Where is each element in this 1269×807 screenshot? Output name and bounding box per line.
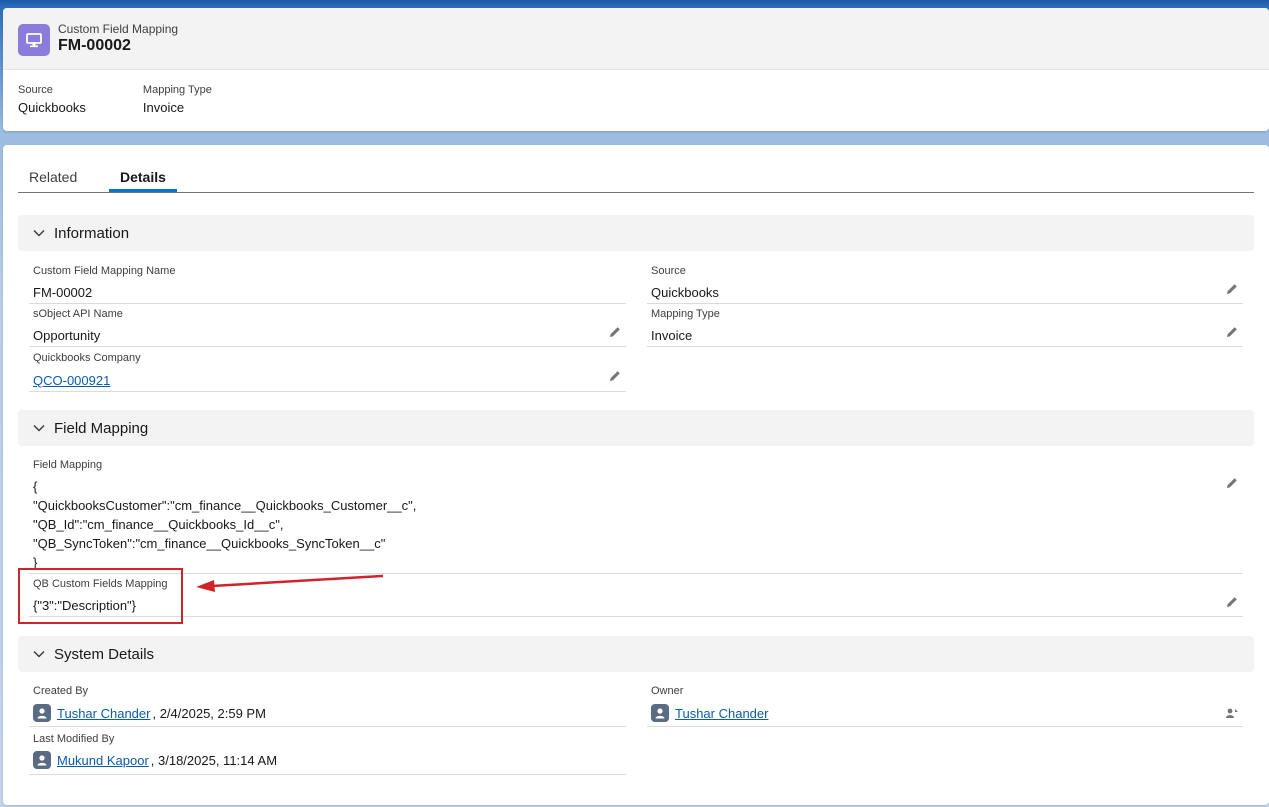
field-value: {"3":"Description"}	[33, 598, 137, 613]
highlight-label: Mapping Type	[142, 84, 212, 96]
highlight-source: Source Quickbooks	[18, 84, 86, 115]
section-title: Field Mapping	[54, 419, 149, 437]
pencil-icon[interactable]	[1225, 282, 1239, 296]
owner-user: Tushar Chander	[651, 704, 768, 722]
active-tab-indicator	[109, 189, 177, 192]
json-line: "QB_SyncToken":"cm_finance__Quickbooks_S…	[33, 536, 386, 551]
field-mapping-type: Mapping Type Invoice	[647, 308, 1243, 347]
field-value: Invoice	[651, 328, 693, 343]
field-label: Mapping Type	[651, 308, 720, 320]
section-title: Information	[54, 224, 130, 242]
field-field-mapping: Field Mapping { "QuickbooksCustomer":"cm…	[29, 459, 1243, 574]
section-header-system-details[interactable]: System Details	[18, 636, 1254, 672]
field-label: Owner	[651, 685, 684, 697]
field-created-by: Created By Tushar Chander , 2/4/2025, 2:…	[29, 685, 626, 727]
field-label: Source	[651, 265, 686, 277]
field-owner: Owner Tushar Chander	[647, 685, 1243, 727]
field-sobject-api-name: sObject API Name Opportunity	[29, 308, 626, 347]
json-line: "QB_Id":"cm_finance__Quickbooks_Id__c",	[33, 517, 284, 532]
user-avatar-icon	[33, 704, 51, 722]
highlight-label: Source	[18, 84, 53, 96]
field-value: Quickbooks	[651, 285, 719, 300]
record-header: Custom Field Mapping FM-00002 Source Qui…	[3, 8, 1269, 131]
field-label: Created By	[33, 685, 89, 697]
json-line: {	[33, 479, 38, 494]
highlights-panel: Source Quickbooks Mapping Type Invoice	[18, 84, 212, 115]
field-qb-custom-fields-mapping: QB Custom Fields Mapping {"3":"Descripti…	[29, 578, 1243, 617]
field-value: FM-00002	[33, 285, 93, 300]
pencil-icon[interactable]	[1225, 476, 1239, 490]
field-quickbooks-company: Quickbooks Company QCO-000921	[29, 352, 626, 392]
section-header-field-mapping[interactable]: Field Mapping	[18, 410, 1254, 446]
field-value: Opportunity	[33, 328, 101, 343]
highlight-value: Invoice	[142, 100, 185, 115]
owner-user-link[interactable]: Tushar Chander	[675, 706, 768, 721]
field-label: Quickbooks Company	[33, 352, 141, 364]
section-title: System Details	[54, 645, 155, 663]
record-header-top: Custom Field Mapping FM-00002	[3, 8, 1269, 70]
created-by-user-link[interactable]: Tushar Chander	[57, 706, 150, 721]
field-label: Custom Field Mapping Name	[33, 265, 176, 277]
field-last-modified-by: Last Modified By Mukund Kapoor , 3/18/20…	[29, 733, 626, 775]
field-label: Last Modified By	[33, 733, 115, 745]
json-line: }	[33, 555, 38, 570]
section-header-information[interactable]: Information	[18, 215, 1254, 251]
field-label: QB Custom Fields Mapping	[33, 578, 168, 590]
created-date: , 2/4/2025, 2:59 PM	[152, 705, 266, 721]
pencil-icon[interactable]	[608, 325, 622, 339]
modified-date: , 3/18/2025, 11:14 AM	[150, 752, 278, 768]
field-custom-field-mapping-name: Custom Field Mapping Name FM-00002	[29, 265, 626, 304]
modified-by-user: Mukund Kapoor , 3/18/2025, 11:14 AM	[33, 751, 277, 769]
pencil-icon[interactable]	[608, 369, 622, 383]
highlight-mapping-type: Mapping Type Invoice	[143, 84, 212, 115]
field-label: sObject API Name	[33, 308, 123, 320]
created-by-user: Tushar Chander , 2/4/2025, 2:59 PM	[33, 704, 266, 722]
pencil-icon[interactable]	[1225, 595, 1239, 609]
highlight-value: Quickbooks	[18, 100, 86, 115]
change-owner-icon[interactable]	[1225, 706, 1239, 720]
field-label: Field Mapping	[33, 459, 103, 471]
chevron-down-icon	[33, 424, 45, 432]
chevron-down-icon	[33, 650, 45, 658]
object-type-label: Custom Field Mapping	[58, 22, 179, 36]
record-detail-card: Related Details Information Custom Field…	[3, 145, 1269, 805]
field-source: Source Quickbooks	[647, 265, 1243, 304]
modified-by-user-link[interactable]: Mukund Kapoor	[57, 753, 149, 768]
tab-related[interactable]: Related	[29, 169, 77, 185]
user-avatar-icon	[651, 704, 669, 722]
chevron-down-icon	[33, 229, 45, 237]
json-line: "QuickbooksCustomer":"cm_finance__Quickb…	[33, 498, 417, 513]
tab-details[interactable]: Details	[120, 169, 166, 185]
desktop-icon	[18, 24, 50, 56]
field-mapping-json: { "QuickbooksCustomer":"cm_finance__Quic…	[33, 477, 416, 572]
record-name: FM-00002	[58, 37, 131, 54]
user-avatar-icon	[33, 751, 51, 769]
quickbooks-company-link[interactable]: QCO-000921	[33, 373, 110, 388]
pencil-icon[interactable]	[1225, 325, 1239, 339]
tab-bar: Related Details	[18, 145, 1254, 193]
